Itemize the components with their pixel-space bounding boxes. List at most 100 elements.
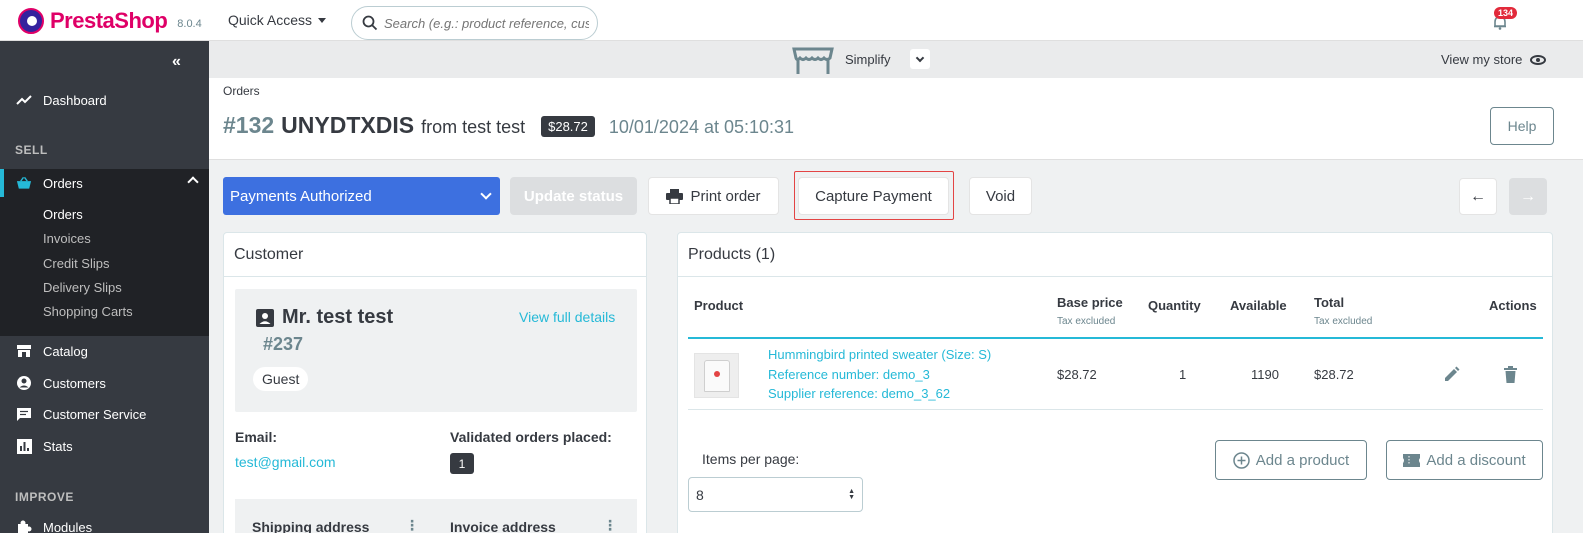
- arrow-right-icon: →: [1520, 187, 1536, 205]
- items-per-page-select[interactable]: 8 ▲ ▼: [688, 477, 863, 512]
- sidebar-item-catalog[interactable]: Catalog: [0, 337, 209, 365]
- search-icon: [362, 15, 378, 31]
- sidebar-subitem-orders[interactable]: Orders: [43, 207, 83, 222]
- order-status-select[interactable]: Payments Authorized: [223, 177, 500, 215]
- shipping-address-label: Shipping address: [252, 519, 370, 533]
- sweater-image-icon: [703, 359, 730, 392]
- view-full-details-link[interactable]: View full details: [519, 309, 615, 325]
- row-divider: [688, 409, 1543, 410]
- sidebar-item-dashboard[interactable]: Dashboard: [0, 86, 209, 114]
- sidebar-item-label: Orders: [43, 175, 83, 191]
- sidebar-item-label: Dashboard: [43, 92, 107, 108]
- trending-up-icon: [16, 92, 32, 108]
- improve-section-label: IMPROVE: [15, 490, 74, 504]
- product-reference[interactable]: Reference number: demo_3: [768, 367, 930, 382]
- puzzle-icon: [16, 519, 32, 533]
- eye-icon: [1530, 54, 1547, 65]
- quick-access-dropdown[interactable]: Quick Access: [228, 12, 327, 28]
- prestashop-logo[interactable]: PrestaShop 8.0.4: [18, 8, 202, 34]
- add-discount-button[interactable]: Add a discount: [1386, 440, 1543, 480]
- customer-summary: Mr. test test #237 Guest View full detai…: [235, 289, 637, 412]
- order-date: 10/01/2024 at 05:10:31: [608, 117, 795, 137]
- base-price-tax-note: Tax excluded: [1057, 316, 1116, 327]
- storefront-icon: [792, 47, 834, 74]
- sidebar-subitem-credit-slips[interactable]: Credit Slips: [43, 256, 109, 271]
- sidebar-subitem-delivery-slips[interactable]: Delivery Slips: [43, 280, 122, 295]
- breadcrumb[interactable]: Orders: [223, 84, 260, 98]
- order-total-badge: $28.72: [541, 116, 595, 137]
- invoice-address-label: Invoice address: [450, 519, 556, 533]
- customer-card-title: Customer: [224, 233, 646, 277]
- account-box-icon: [256, 308, 274, 327]
- chevron-up-icon: [187, 176, 199, 188]
- print-order-button[interactable]: Print order: [648, 177, 779, 215]
- sidebar-subitem-shopping-carts[interactable]: Shopping Carts: [43, 304, 133, 319]
- sidebar-item-orders[interactable]: Orders: [0, 169, 209, 197]
- items-per-page-value: 8: [696, 486, 704, 503]
- previous-order-button[interactable]: ←: [1459, 178, 1497, 215]
- view-store-label: View my store: [1441, 52, 1523, 67]
- customer-type-badge: Guest: [253, 367, 309, 391]
- column-header-product: Product: [694, 298, 744, 313]
- addresses-section: Shipping address ⋮ Invoice address ⋮: [235, 499, 637, 533]
- view-my-store-link[interactable]: View my store: [1441, 52, 1547, 67]
- add-discount-label: Add a discount: [1426, 451, 1526, 469]
- sidebar: « Dashboard SELL Orders Orders Invoices …: [0, 41, 209, 533]
- puffin-logo-icon: [18, 8, 44, 34]
- sidebar-item-customer-service[interactable]: Customer Service: [0, 400, 209, 428]
- product-total: $28.72: [1314, 367, 1354, 382]
- email-label: Email:: [235, 429, 278, 445]
- sidebar-item-label: Customers: [43, 375, 106, 391]
- search-input[interactable]: [384, 15, 589, 31]
- product-quantity: 1: [1179, 367, 1187, 382]
- search-box[interactable]: [351, 6, 598, 40]
- product-name-link[interactable]: Hummingbird printed sweater (Size: S): [768, 347, 991, 362]
- shipping-address-menu-icon[interactable]: ⋮: [405, 517, 419, 533]
- printer-icon: [666, 188, 684, 204]
- order-status-value: Payments Authorized: [230, 187, 372, 205]
- page-header: Orders #132 UNYDTXDIS from test test $28…: [209, 78, 1583, 160]
- products-card-title: Products (1): [678, 233, 1552, 277]
- sidebar-item-label: Stats: [43, 438, 73, 454]
- delete-trash-icon[interactable]: [1504, 366, 1517, 383]
- sidebar-item-modules[interactable]: Modules: [0, 513, 209, 533]
- products-card: Products (1) Product Base price Tax excl…: [677, 232, 1553, 533]
- customer-id: #237: [263, 334, 304, 354]
- column-header-quantity: Quantity: [1148, 298, 1201, 313]
- mode-dropdown-button[interactable]: [910, 49, 930, 69]
- items-per-page-label: Items per page:: [702, 451, 800, 467]
- add-circle-icon: [1233, 451, 1250, 469]
- capture-payment-button[interactable]: Capture Payment: [798, 177, 949, 215]
- collapse-sidebar-icon[interactable]: «: [172, 53, 181, 71]
- sell-section-label: SELL: [15, 143, 48, 157]
- product-supplier-reference[interactable]: Supplier reference: demo_3_62: [768, 386, 950, 401]
- sidebar-item-label: Catalog: [43, 343, 88, 359]
- product-available: 1190: [1251, 367, 1279, 382]
- customer-email-link[interactable]: test@gmail.com: [235, 454, 336, 470]
- version-label: 8.0.4: [177, 18, 202, 30]
- store-icon: [16, 343, 32, 359]
- update-status-button[interactable]: Update status: [510, 177, 637, 215]
- print-order-label: Print order: [690, 187, 761, 205]
- void-button[interactable]: Void: [969, 177, 1032, 215]
- sidebar-item-customers[interactable]: Customers: [0, 369, 209, 397]
- account-circle-icon: [16, 375, 32, 391]
- edit-pencil-icon[interactable]: [1443, 366, 1460, 383]
- invoice-address-menu-icon[interactable]: ⋮: [603, 517, 617, 533]
- order-number: #132: [223, 112, 275, 138]
- column-header-available: Available: [1230, 298, 1287, 313]
- ticket-icon: [1403, 453, 1421, 467]
- notification-count-badge: 134: [1494, 7, 1518, 19]
- arrow-left-icon: ←: [1470, 187, 1486, 205]
- customer-card: Customer Mr. test test #237 Guest View f…: [223, 232, 647, 533]
- add-product-button[interactable]: Add a product: [1215, 440, 1367, 480]
- sidebar-item-stats[interactable]: Stats: [0, 432, 209, 460]
- product-base-price: $28.72: [1057, 367, 1097, 382]
- next-order-button[interactable]: →: [1509, 178, 1547, 215]
- order-from: from test test: [421, 117, 526, 137]
- column-header-actions: Actions: [1489, 298, 1537, 313]
- page-title: #132 UNYDTXDIS from test test $28.72 10/…: [223, 112, 794, 139]
- help-button[interactable]: Help: [1490, 107, 1554, 145]
- sidebar-subitem-invoices[interactable]: Invoices: [43, 231, 91, 246]
- select-arrows-icon: ▲ ▼: [848, 488, 855, 501]
